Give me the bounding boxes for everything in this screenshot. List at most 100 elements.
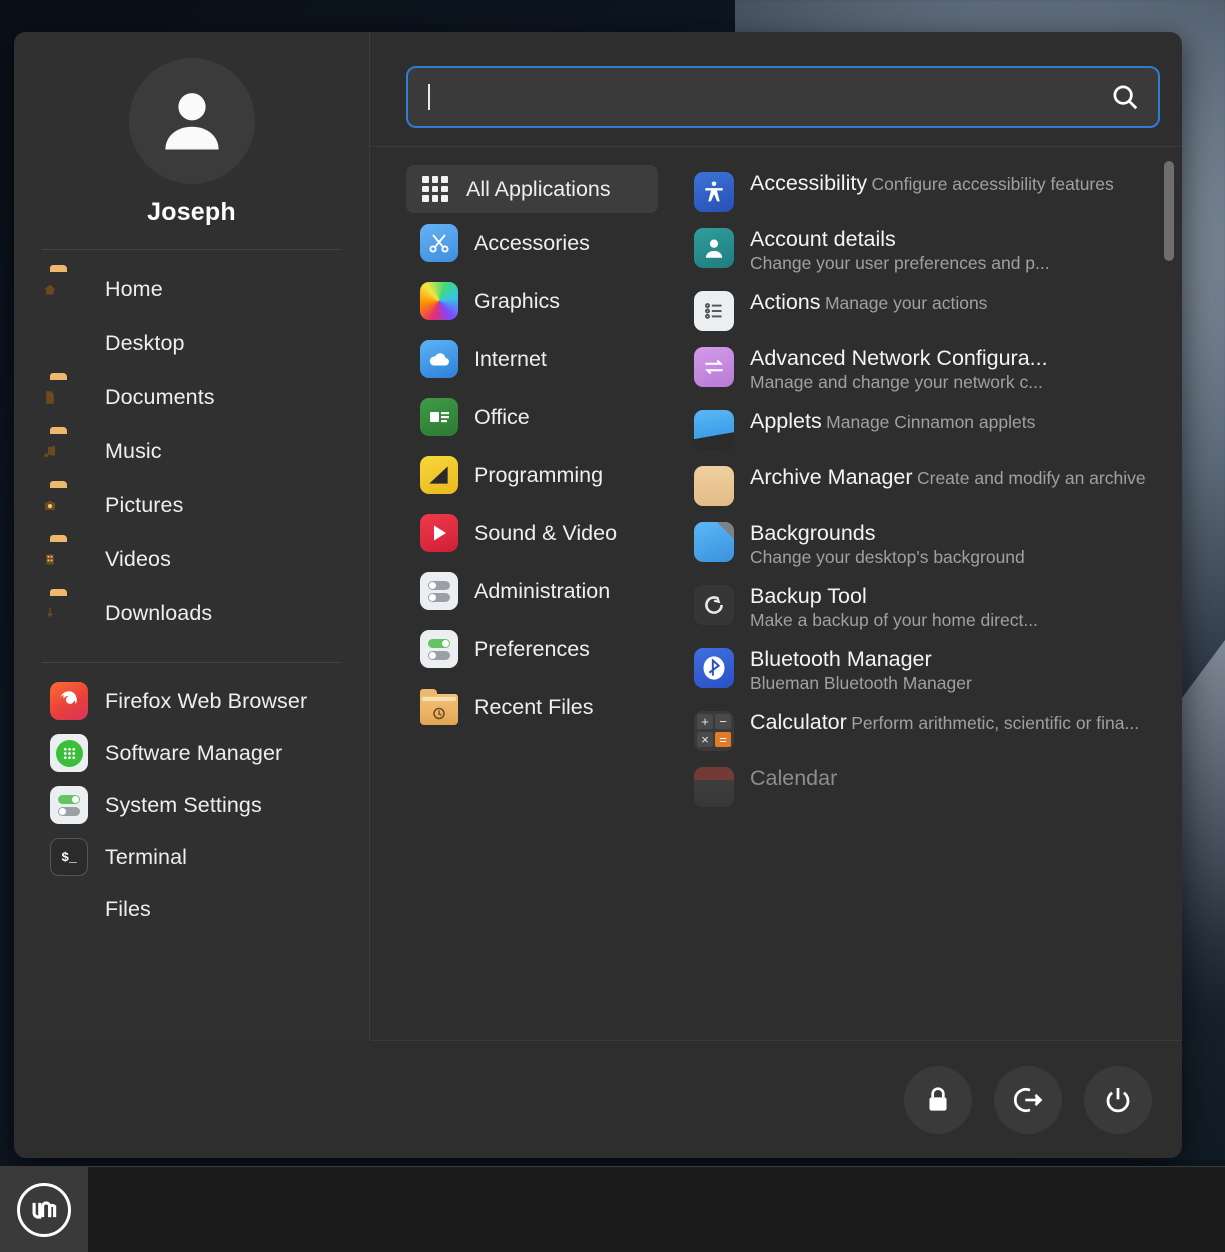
accessibility-icon bbox=[694, 172, 734, 212]
app-item[interactable]: +−×= Calculator Perform arithmetic, scie… bbox=[678, 702, 1156, 758]
list-fade-overlay bbox=[670, 984, 1182, 1040]
category-recent-files[interactable]: Recent Files bbox=[406, 679, 658, 735]
search-icon[interactable] bbox=[1110, 82, 1140, 112]
app-list-scrollbar[interactable] bbox=[1164, 161, 1174, 1020]
search-input[interactable] bbox=[406, 66, 1160, 128]
folder-pictures-icon bbox=[50, 486, 88, 524]
color-gradient-icon bbox=[420, 282, 458, 320]
folder-home-icon bbox=[50, 270, 88, 308]
app-description: Make a backup of your home direct... bbox=[750, 610, 1038, 630]
sidebar-item-music[interactable]: Music bbox=[14, 424, 369, 478]
app-item[interactable]: Calendar bbox=[678, 758, 1156, 814]
network-arrows-icon bbox=[694, 347, 734, 387]
category-preferences[interactable]: Preferences bbox=[406, 621, 658, 677]
application-menu-window: Joseph Home Desktop D bbox=[14, 32, 1182, 1158]
favorite-system-settings[interactable]: System Settings bbox=[14, 779, 369, 831]
power-off-button[interactable] bbox=[1084, 1066, 1152, 1134]
app-item[interactable]: Bluetooth Manager Blueman Bluetooth Mana… bbox=[678, 639, 1156, 702]
category-programming[interactable]: Programming bbox=[406, 447, 658, 503]
user-name: Joseph bbox=[14, 198, 369, 227]
sidebar-item-documents[interactable]: Documents bbox=[14, 370, 369, 424]
sidebar-item-label: Pictures bbox=[105, 493, 183, 518]
menu-button[interactable] bbox=[0, 1167, 88, 1252]
favorite-firefox[interactable]: Firefox Web Browser bbox=[14, 675, 369, 727]
backgrounds-icon bbox=[694, 522, 734, 562]
app-name: Backgrounds bbox=[750, 521, 876, 545]
sidebar-item-label: Home bbox=[105, 277, 163, 302]
scrollbar-thumb[interactable] bbox=[1164, 161, 1174, 261]
bluetooth-icon bbox=[694, 648, 734, 688]
sidebar-item-label: Videos bbox=[105, 547, 171, 572]
category-label: Sound & Video bbox=[474, 521, 617, 546]
folder-recent-icon bbox=[420, 688, 458, 726]
app-name: Actions bbox=[750, 290, 821, 314]
files-folder-icon bbox=[50, 890, 88, 928]
app-item[interactable]: Actions Manage your actions bbox=[678, 282, 1156, 338]
places-list: Home Desktop Documents Music bbox=[14, 258, 369, 640]
cloud-icon bbox=[420, 340, 458, 378]
sidebar-item-desktop[interactable]: Desktop bbox=[14, 316, 369, 370]
session-button-bar bbox=[370, 1040, 1182, 1158]
actions-list-icon bbox=[694, 291, 734, 331]
app-item[interactable]: Archive Manager Create and modify an arc… bbox=[678, 457, 1156, 513]
sidebar-item-label: Music bbox=[105, 439, 162, 464]
firefox-icon bbox=[50, 682, 88, 720]
application-list[interactable]: Accessibility Configure accessibility fe… bbox=[670, 147, 1182, 1040]
lock-icon bbox=[922, 1084, 954, 1116]
folder-videos-icon bbox=[50, 540, 88, 578]
lock-screen-button[interactable] bbox=[904, 1066, 972, 1134]
category-sound-video[interactable]: Sound & Video bbox=[406, 505, 658, 561]
app-item[interactable]: Backup Tool Make a backup of your home d… bbox=[678, 576, 1156, 639]
app-name: Bluetooth Manager bbox=[750, 647, 932, 671]
category-accessories[interactable]: Accessories bbox=[406, 215, 658, 271]
system-settings-icon bbox=[50, 786, 88, 824]
sidebar-item-downloads[interactable]: Downloads bbox=[14, 586, 369, 640]
log-out-button[interactable] bbox=[994, 1066, 1062, 1134]
favorite-label: Terminal bbox=[105, 845, 187, 870]
sidebar-item-pictures[interactable]: Pictures bbox=[14, 478, 369, 532]
category-office[interactable]: Office bbox=[406, 389, 658, 445]
folder-documents-icon bbox=[50, 378, 88, 416]
app-name: Archive Manager bbox=[750, 465, 913, 489]
app-name: Accessibility bbox=[750, 171, 867, 195]
sidebar-divider-bottom bbox=[42, 662, 341, 663]
category-internet[interactable]: Internet bbox=[406, 331, 658, 387]
category-all-applications[interactable]: All Applications bbox=[406, 165, 658, 213]
menu-sidebar: Joseph Home Desktop D bbox=[14, 32, 370, 1040]
app-name: Advanced Network Configura... bbox=[750, 346, 1048, 370]
app-description: Manage Cinnamon applets bbox=[826, 412, 1035, 432]
category-label: Preferences bbox=[474, 637, 590, 662]
category-graphics[interactable]: Graphics bbox=[406, 273, 658, 329]
category-label: Accessories bbox=[474, 231, 590, 256]
category-label: Internet bbox=[474, 347, 547, 372]
app-item[interactable]: Account details Change your user prefere… bbox=[678, 219, 1156, 282]
favorite-software-manager[interactable]: Software Manager bbox=[14, 727, 369, 779]
sidebar-item-videos[interactable]: Videos bbox=[14, 532, 369, 586]
favorite-label: System Settings bbox=[105, 793, 262, 818]
calculator-icon: +−×= bbox=[694, 711, 734, 751]
category-administration[interactable]: Administration bbox=[406, 563, 658, 619]
favorite-label: Software Manager bbox=[105, 741, 282, 766]
category-list: All Applications Accessories Graphics bbox=[370, 147, 670, 1040]
avatar[interactable] bbox=[129, 58, 255, 184]
app-description: Create and modify an archive bbox=[917, 468, 1146, 488]
app-item[interactable]: Accessibility Configure accessibility fe… bbox=[678, 163, 1156, 219]
favorite-terminal[interactable]: $_ Terminal bbox=[14, 831, 369, 883]
menu-main-pane: All Applications Accessories Graphics bbox=[370, 32, 1182, 1040]
app-description: Change your desktop's background bbox=[750, 547, 1025, 567]
app-item[interactable]: Applets Manage Cinnamon applets bbox=[678, 401, 1156, 457]
app-description: Blueman Bluetooth Manager bbox=[750, 673, 972, 693]
app-description: Manage and change your network c... bbox=[750, 372, 1043, 392]
sidebar-item-label: Downloads bbox=[105, 601, 212, 626]
category-label: All Applications bbox=[466, 177, 611, 202]
favorite-files[interactable]: Files bbox=[14, 883, 369, 935]
applets-icon bbox=[694, 410, 734, 450]
linux-mint-logo-icon bbox=[17, 1183, 71, 1237]
scissors-icon bbox=[420, 224, 458, 262]
app-description: Perform arithmetic, scientific or fina..… bbox=[851, 713, 1139, 733]
app-name: Calendar bbox=[750, 766, 837, 790]
app-item[interactable]: Advanced Network Configura... Manage and… bbox=[678, 338, 1156, 401]
sidebar-item-home[interactable]: Home bbox=[14, 262, 369, 316]
app-item[interactable]: Backgrounds Change your desktop's backgr… bbox=[678, 513, 1156, 576]
archive-icon bbox=[694, 466, 734, 506]
